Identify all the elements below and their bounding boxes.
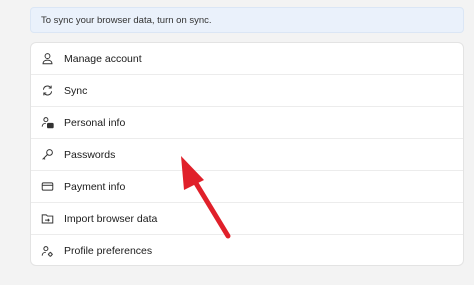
- settings-frame: To sync your browser data, turn on sync.…: [0, 0, 474, 285]
- sync-banner: To sync your browser data, turn on sync.: [30, 7, 464, 33]
- key-icon: [40, 148, 54, 162]
- menu-item-label: Sync: [64, 84, 88, 97]
- profile-menu-card: Manage account Sync Personal info Passwo…: [30, 42, 464, 266]
- menu-item-label: Import browser data: [64, 212, 158, 225]
- person-icon: [40, 52, 54, 66]
- menu-item-sync[interactable]: Sync: [31, 75, 463, 107]
- menu-item-label: Passwords: [64, 148, 116, 161]
- import-icon: [40, 212, 54, 226]
- sync-banner-text: To sync your browser data, turn on sync.: [41, 15, 212, 26]
- credit-card-icon: [40, 180, 54, 194]
- sync-icon: [40, 84, 54, 98]
- menu-item-import-browser-data[interactable]: Import browser data: [31, 203, 463, 235]
- menu-item-label: Personal info: [64, 116, 126, 129]
- menu-item-label: Profile preferences: [64, 245, 153, 257]
- menu-item-label: Payment info: [64, 180, 126, 193]
- menu-item-label: Manage account: [64, 52, 142, 65]
- menu-item-passwords[interactable]: Passwords: [31, 139, 463, 171]
- menu-item-personal-info[interactable]: Personal info: [31, 107, 463, 139]
- menu-item-manage-account[interactable]: Manage account: [31, 43, 463, 75]
- profile-preferences-icon: [40, 244, 54, 258]
- menu-item-profile-preferences[interactable]: Profile preferences: [31, 235, 463, 265]
- personal-info-icon: [40, 116, 54, 130]
- menu-item-payment-info[interactable]: Payment info: [31, 171, 463, 203]
